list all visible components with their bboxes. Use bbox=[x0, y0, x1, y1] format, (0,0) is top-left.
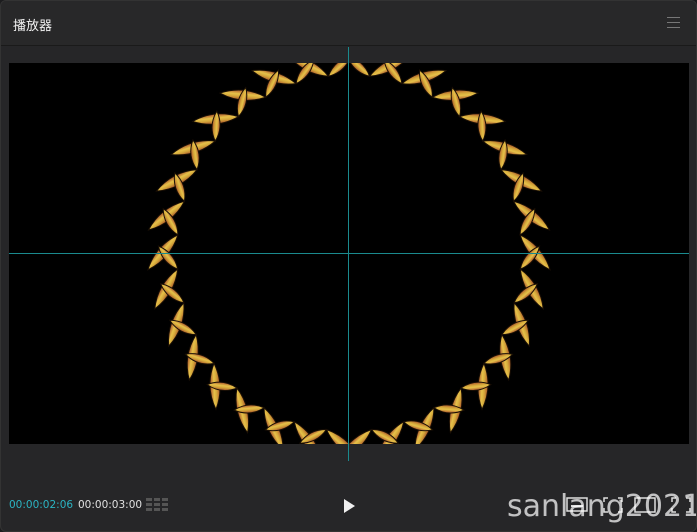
watermark-text: sanlang2021 bbox=[507, 489, 697, 524]
play-icon[interactable] bbox=[340, 497, 358, 515]
panel-title: 播放器 bbox=[13, 19, 53, 34]
current-time: 00:00:02:06 bbox=[9, 499, 74, 511]
horizontal-guide-line bbox=[9, 253, 689, 254]
total-time: 00:00:03:00 bbox=[78, 499, 143, 511]
panel-header: 播放器 bbox=[1, 1, 696, 46]
laurel-leaf bbox=[327, 63, 352, 77]
menu-icon[interactable] bbox=[667, 17, 680, 28]
vertical-guide-line bbox=[348, 47, 349, 461]
player-panel: 播放器 00:00:02:06 00:00:03:00 sanlang2021 bbox=[0, 0, 697, 532]
waveform-grid-icon[interactable] bbox=[146, 497, 168, 513]
